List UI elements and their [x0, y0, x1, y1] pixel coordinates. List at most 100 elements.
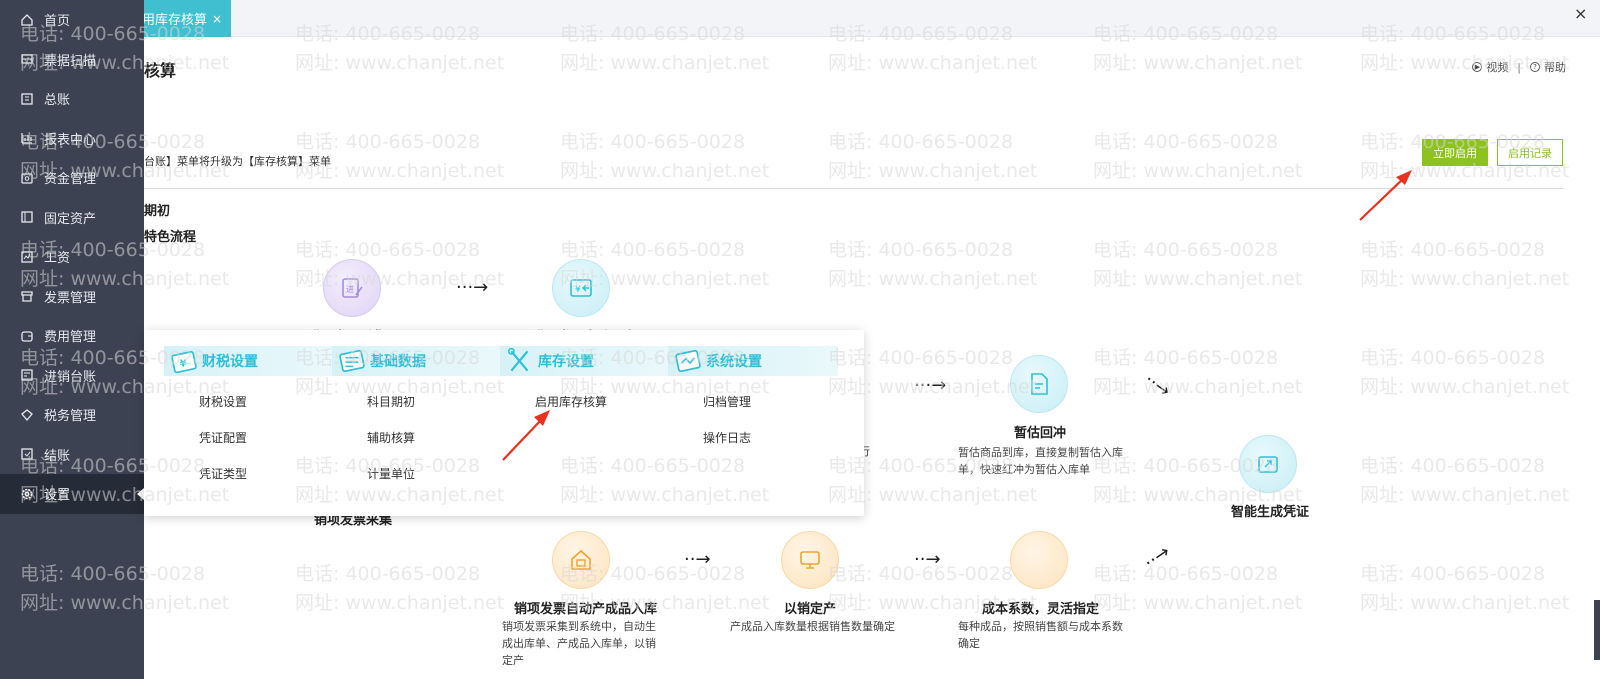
register-icon	[20, 368, 34, 382]
tab-close-icon[interactable]: ×	[212, 12, 222, 26]
menu-column-title: 系统设置	[706, 354, 762, 370]
estimate-reversal-desc: 暂估商品到库，直接复制暂估入库单，快速红冲为暂估入库单	[958, 446, 1123, 476]
purchase-invoice-node: 进	[323, 259, 381, 317]
sidebar-item-label: 首页	[44, 14, 71, 30]
menu-column-header: ¥ 财税设置	[164, 346, 334, 376]
flow-arrow-1: ···→	[456, 277, 489, 298]
sidebar-item-7[interactable]: 发票管理	[0, 277, 144, 317]
smart-voucher-title: 智能生成凭证	[1231, 505, 1310, 520]
section-period: 期初	[144, 204, 171, 219]
sidebar-item-label: 报表中心	[44, 132, 97, 148]
sidebar-item-0[interactable]: 首页	[0, 0, 144, 40]
menu-column-1: 基础数据科目期初辅助核算计量单位	[332, 346, 502, 482]
salary-icon	[20, 250, 34, 264]
cost-coefficient-node	[1010, 531, 1068, 589]
sidebar-item-label: 资金管理	[44, 172, 97, 188]
sidebar-item-11[interactable]: 结账	[0, 435, 144, 475]
invoice-icon	[20, 289, 34, 303]
flow-arrow-6: ··→	[1140, 541, 1175, 574]
menu-column-2: 库存设置 启用库存核算	[500, 346, 670, 410]
menu-link[interactable]: 辅助核算	[367, 429, 502, 446]
menu-link[interactable]: 归档管理	[703, 393, 838, 410]
cost-coefficient-desc: 每种成品，按照销售额与成本系数确定	[958, 620, 1123, 650]
window-close-icon[interactable]: ×	[1574, 6, 1590, 22]
svg-text:¥: ¥	[575, 285, 581, 295]
flow-arrow-2: ···→	[914, 375, 947, 396]
sidebar-item-2[interactable]: 总账	[0, 79, 144, 119]
menu-column-title: 库存设置	[538, 354, 594, 370]
sale-production-icon	[800, 551, 820, 569]
help-separator: |	[1517, 60, 1521, 74]
tab-enable-inventory[interactable]: 用库存核算 ×	[142, 0, 231, 37]
enable-now-button[interactable]: 立即启用	[1422, 139, 1488, 166]
menu-link[interactable]: 科目期初	[367, 393, 502, 410]
tab-bar: 用库存核算 ×	[142, 0, 1600, 37]
sale-production-node	[781, 531, 839, 589]
section-flow: 特色流程	[144, 230, 197, 245]
chart-icon	[20, 131, 34, 145]
help-label: 帮助	[1544, 61, 1566, 74]
base-data-icon	[338, 347, 366, 375]
red-arrow-enable	[1359, 170, 1412, 221]
menu-column-title: 基础数据	[370, 354, 426, 370]
play-icon: ▶	[1472, 62, 1483, 72]
menu-link[interactable]: 计量单位	[367, 465, 502, 482]
purchase-invoice-icon: 进	[342, 278, 363, 298]
menu-column-header: 库存设置	[500, 346, 670, 376]
sidebar-item-label: 发票管理	[44, 290, 97, 306]
estimate-reversal-node	[1010, 355, 1068, 413]
system-icon	[674, 347, 702, 375]
sidebar-item-3[interactable]: 报表中心	[0, 119, 144, 159]
sidebar-item-label: 结账	[44, 448, 71, 464]
sidebar-item-label: 票据扫描	[44, 53, 97, 69]
flow-arrow-5: ··→	[914, 549, 941, 570]
wallet-icon	[20, 329, 34, 343]
tax-icon	[20, 408, 34, 422]
menu-column-title: 财税设置	[202, 354, 258, 370]
menu-column-3: 系统设置归档管理操作日志	[668, 346, 838, 446]
upgrade-notice: 台账】菜单将升级为【库存核算】菜单	[144, 155, 331, 168]
home-icon	[20, 13, 34, 27]
sidebar-item-12[interactable]: 设置	[0, 474, 144, 514]
sidebar-item-8[interactable]: 费用管理	[0, 316, 144, 356]
scroll-indicator[interactable]	[1594, 600, 1600, 660]
auto-finish-title: 销项发票自动产成品入库	[514, 602, 658, 617]
auto-finish-desc: 销项发票采集到系统中，自动生成出库单、产成品入库单，以销定产	[502, 620, 656, 667]
flow-arrow-3: ··→	[1140, 369, 1175, 402]
menu-link[interactable]: 凭证类型	[199, 465, 334, 482]
svg-text:¥: ¥	[180, 358, 187, 369]
sidebar-item-6[interactable]: 工资	[0, 237, 144, 277]
sidebar-item-10[interactable]: 税务管理	[0, 395, 144, 435]
estimate-reversal-title: 暂估回冲	[1014, 426, 1067, 441]
auto-finish-node	[552, 531, 610, 589]
video-link[interactable]: ▶ 视频	[1472, 59, 1508, 75]
sidebar-item-1[interactable]: 票据扫描	[0, 40, 144, 80]
sale-production-title: 以销定产	[784, 602, 837, 617]
enable-record-button[interactable]: 启用记录	[1497, 139, 1563, 166]
smart-voucher-icon	[1258, 456, 1278, 473]
sidebar-item-label: 进销台账	[44, 369, 97, 385]
menu-link[interactable]: 操作日志	[703, 429, 838, 446]
help-link[interactable]: ? 帮助	[1530, 59, 1566, 75]
sidebar-item-5[interactable]: 固定资产	[0, 198, 144, 238]
sidebar-item-9[interactable]: 进销台账	[0, 356, 144, 396]
sidebar: 首页票据扫描总账报表中心资金管理固定资产工资发票管理费用管理进销台账税务管理结账…	[0, 0, 144, 679]
tools-icon	[506, 347, 534, 375]
sidebar-item-label: 设置	[44, 488, 71, 504]
sidebar-item-4[interactable]: 资金管理	[0, 158, 144, 198]
flow-arrow-4: ··→	[684, 549, 711, 570]
sidebar-item-label: 固定资产	[44, 211, 97, 227]
tab-label: 用库存核算	[142, 13, 208, 28]
money-icon	[20, 171, 34, 185]
asset-icon	[20, 210, 34, 224]
page-title: 核算	[144, 61, 177, 80]
video-label: 视频	[1486, 61, 1509, 74]
menu-link[interactable]: 财税设置	[199, 393, 334, 410]
menu-link[interactable]: 凭证配置	[199, 429, 334, 446]
cost-coefficient-title: 成本系数，灵活指定	[982, 602, 1100, 617]
question-icon: ?	[1530, 62, 1540, 72]
menu-column-0: ¥ 财税设置 财税设置 凭证配置 凭证类型	[164, 346, 334, 482]
sidebar-item-label: 税务管理	[44, 409, 97, 425]
gear-icon	[20, 487, 34, 501]
svg-text:进: 进	[346, 285, 354, 294]
